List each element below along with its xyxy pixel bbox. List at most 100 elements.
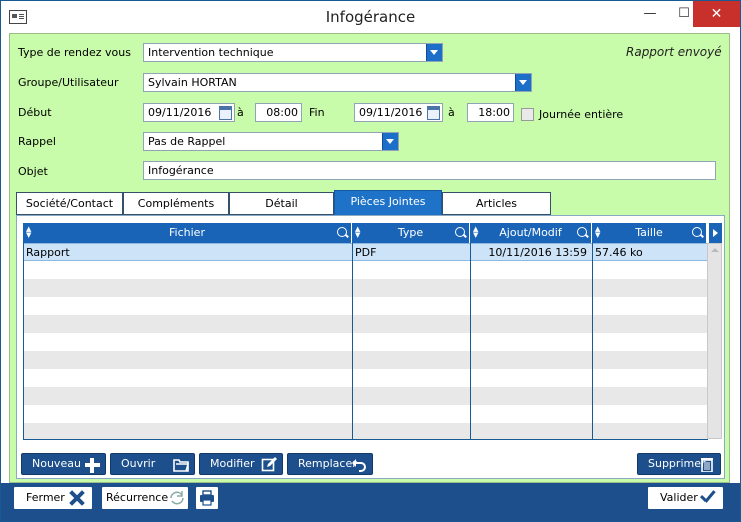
search-icon[interactable]	[577, 227, 587, 237]
groupe-select[interactable]: Sylvain HORTAN	[143, 73, 532, 92]
supprimer-label: Supprimer	[648, 457, 706, 470]
fermer-label: Fermer	[26, 491, 65, 504]
attachments-panel: ▲ ▼ Fichier ▲ ▼ Type ▲ ▼ Ajout/Modif ▲ ▼ Tai…	[16, 215, 725, 479]
cell-taille: 57.46 ko	[595, 246, 643, 259]
column-header-ajout-modif[interactable]: ▲ ▼ Ajout/Modif	[470, 223, 592, 243]
objet-label: Objet	[18, 165, 48, 178]
calendar-icon[interactable]	[427, 106, 440, 120]
type-select[interactable]: Intervention technique	[143, 43, 443, 62]
tab-pieces-jointes[interactable]: Pièces Jointes	[334, 190, 442, 216]
minimize-button[interactable]: —	[633, 1, 667, 27]
rappel-label: Rappel	[18, 135, 56, 148]
table-row[interactable]	[24, 279, 708, 297]
title-bar: Infogérance — ☐ ✕	[1, 1, 740, 33]
debut-label: Début	[18, 106, 52, 119]
recurrence-button[interactable]: Récurrence	[101, 486, 189, 510]
column-header-fichier[interactable]: ▲ ▼ Fichier	[23, 223, 352, 243]
journee-checkbox[interactable]	[521, 108, 534, 121]
search-icon[interactable]	[692, 227, 702, 237]
valider-button[interactable]: Valider	[647, 486, 724, 510]
print-button[interactable]	[195, 486, 219, 510]
cell-type: PDF	[355, 246, 377, 259]
column-header-label: Taille	[635, 226, 663, 239]
column-divider	[352, 243, 353, 439]
sort-icon[interactable]: ▲ ▼	[355, 226, 360, 239]
rappel-select[interactable]: Pas de Rappel	[143, 132, 399, 151]
debut-date-field[interactable]: 09/11/2016	[143, 103, 235, 122]
status-text: Rapport envoyé	[626, 45, 722, 59]
cell-ajout-modif: 10/11/2016 13:59	[488, 246, 587, 259]
supprimer-button[interactable]: Supprimer	[637, 453, 721, 475]
refresh-icon	[170, 491, 184, 505]
close-icon	[68, 490, 86, 506]
type-label: Type de rendez vous	[18, 46, 131, 59]
table-row[interactable]	[24, 297, 708, 315]
search-icon[interactable]	[337, 227, 347, 237]
groupe-select-value: Sylvain HORTAN	[148, 76, 237, 89]
printer-icon	[200, 490, 214, 506]
fin-date-field[interactable]: 09/11/2016	[354, 103, 443, 122]
column-divider	[470, 243, 471, 439]
table-row[interactable]	[24, 369, 708, 387]
table-row[interactable]	[24, 315, 708, 333]
trash-icon	[701, 458, 713, 472]
appointment-form: Type de rendez vous Intervention techniq…	[9, 33, 730, 483]
table-row[interactable]: Rapport PDF 10/11/2016 13:59 57.46 ko	[24, 243, 708, 261]
cell-fichier: Rapport	[26, 246, 70, 259]
attachments-table: Rapport PDF 10/11/2016 13:59 57.46 ko	[23, 243, 708, 440]
fin-date-value: 09/11/2016	[359, 106, 423, 119]
objet-input[interactable]: Infogérance	[143, 161, 716, 180]
chevron-down-icon[interactable]	[426, 44, 442, 61]
tab-complements[interactable]: Compléments	[123, 192, 229, 215]
column-header-label: Fichier	[169, 226, 205, 239]
recurrence-label: Récurrence	[106, 491, 169, 504]
remplacer-label: Remplacer	[298, 457, 357, 470]
column-header-taille[interactable]: ▲ ▼ Taille	[592, 223, 707, 243]
column-header-type[interactable]: ▲ ▼ Type	[352, 223, 470, 243]
footer-bar: Fermer Récurrence Valider	[1, 483, 740, 521]
column-header-label: Ajout/Modif	[499, 226, 562, 239]
sort-icon[interactable]: ▲ ▼	[595, 226, 600, 239]
modifier-button[interactable]: Modifier	[199, 453, 283, 475]
nouveau-button[interactable]: Nouveau	[21, 453, 106, 475]
table-row[interactable]	[24, 261, 708, 279]
check-icon	[699, 490, 717, 506]
debut-time-field[interactable]: 08:00	[255, 103, 302, 122]
table-row[interactable]	[24, 405, 708, 423]
a-label: à	[448, 106, 455, 119]
plus-icon	[84, 457, 100, 473]
fermer-button[interactable]: Fermer	[13, 486, 93, 510]
type-select-value: Intervention technique	[148, 46, 274, 59]
edit-icon	[261, 457, 277, 472]
vertical-scrollbar[interactable]	[707, 243, 722, 439]
tab-detail[interactable]: Détail	[229, 192, 334, 215]
chevron-down-icon[interactable]	[515, 74, 531, 91]
calendar-icon[interactable]	[219, 106, 232, 120]
table-row[interactable]	[24, 351, 708, 369]
chevron-down-icon[interactable]	[382, 133, 398, 150]
fin-time-field[interactable]: 18:00	[467, 103, 514, 122]
groupe-label: Groupe/Utilisateur	[18, 76, 119, 89]
close-window-button[interactable]: ✕	[693, 1, 740, 27]
table-row[interactable]	[24, 423, 708, 439]
column-header-label: Type	[397, 226, 424, 239]
scroll-columns-right-icon[interactable]	[709, 223, 722, 243]
undo-icon	[352, 459, 366, 472]
remplacer-button[interactable]: Remplacer	[287, 453, 373, 475]
valider-label: Valider	[660, 491, 698, 504]
sort-icon[interactable]: ▲ ▼	[473, 226, 478, 239]
ouvrir-label: Ouvrir	[121, 457, 156, 470]
window-title: Infogérance	[325, 8, 416, 26]
tab-articles[interactable]: Articles	[442, 192, 551, 215]
table-row[interactable]	[24, 333, 708, 351]
column-divider	[592, 243, 593, 439]
modifier-label: Modifier	[210, 457, 255, 470]
journee-label: Journée entière	[539, 108, 624, 121]
table-row[interactable]	[24, 387, 708, 405]
sort-icon[interactable]: ▲ ▼	[26, 226, 31, 239]
a-label: à	[237, 106, 244, 119]
search-icon[interactable]	[455, 227, 465, 237]
ouvrir-button[interactable]: Ouvrir	[110, 453, 195, 475]
tab-societe-contact[interactable]: Société/Contact	[16, 192, 123, 215]
folder-open-icon	[173, 459, 189, 472]
